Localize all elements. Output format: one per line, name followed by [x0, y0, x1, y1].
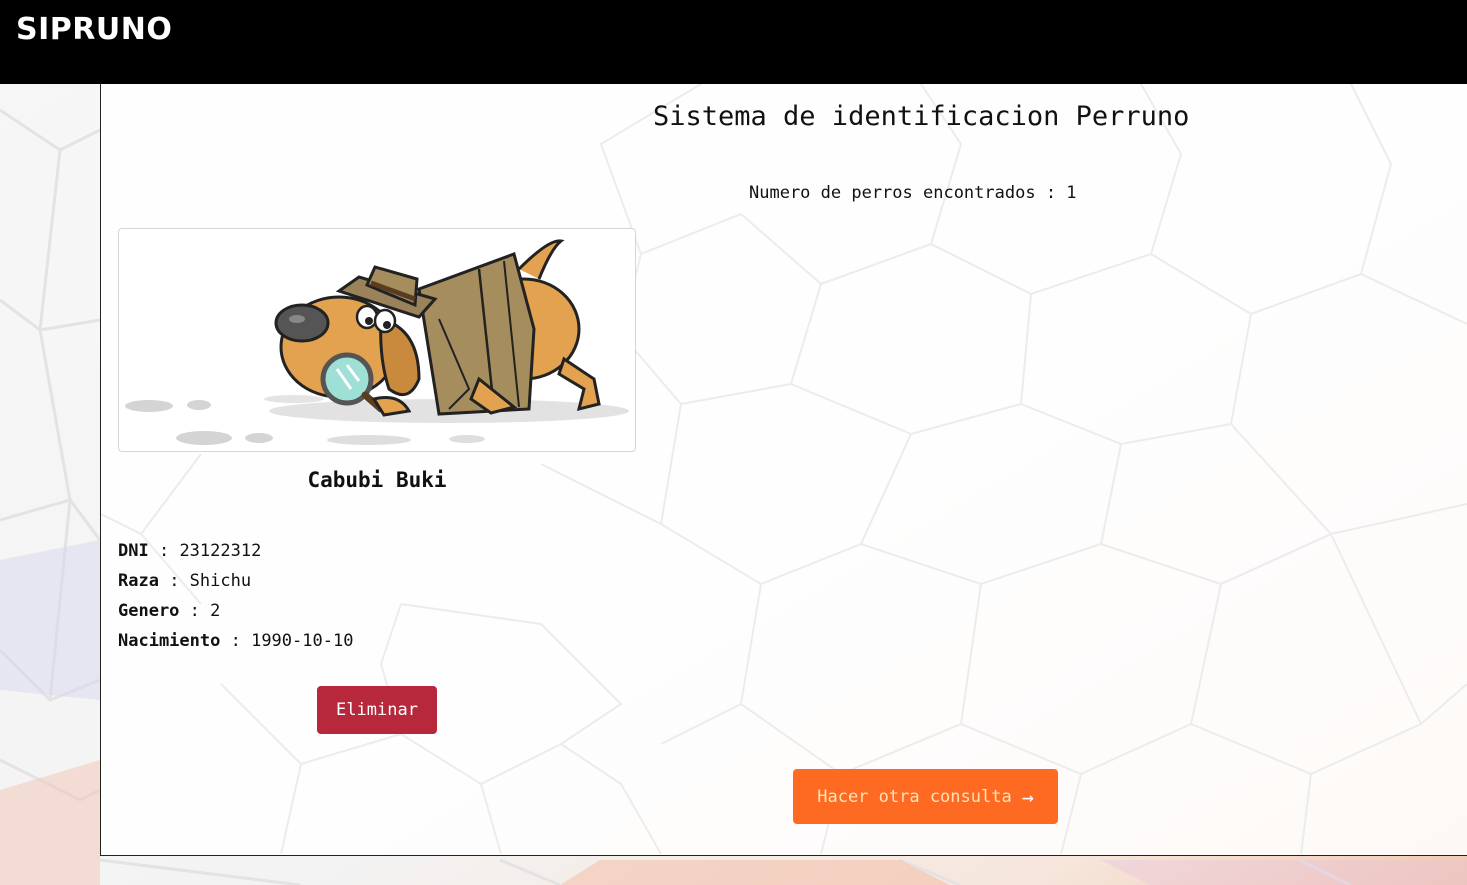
arrow-right-icon: →: [1021, 784, 1034, 809]
dog-image: [118, 228, 636, 452]
count-label: Numero de perros encontrados: [749, 183, 1036, 203]
main-panel: Sistema de identificacion Perruno Numero…: [100, 84, 1467, 856]
dog-card: Cabubi Buki DNI : 23122312 Raza : Shichu…: [118, 228, 636, 734]
page-title: Sistema de identificacion Perruno: [653, 101, 1190, 132]
new-query-button[interactable]: Hacer otra consulta →: [793, 769, 1058, 824]
detail-raza: Raza : Shichu: [118, 571, 252, 591]
detail-label: DNI: [118, 541, 149, 561]
detail-value: 2: [210, 601, 221, 621]
detail-label: Raza: [118, 571, 159, 591]
count-value: 1: [1066, 183, 1077, 203]
detail-value: Shichu: [189, 571, 252, 591]
new-query-label: Hacer otra consulta: [817, 786, 1012, 807]
detail-value: 1990-10-10: [251, 631, 354, 651]
detail-dni: DNI : 23122312: [118, 541, 262, 561]
brand-logo[interactable]: SIPRUNO: [16, 12, 172, 47]
dog-details: DNI : 23122312 Raza : Shichu Genero : 2 …: [118, 536, 636, 656]
dogs-found-count: Numero de perros encontrados : 1: [749, 183, 1077, 203]
detective-dog-illustration: [125, 239, 629, 445]
delete-button[interactable]: Eliminar: [317, 686, 437, 734]
top-navbar: SIPRUNO: [0, 0, 1467, 84]
detail-value: 23122312: [179, 541, 262, 561]
detail-genero: Genero : 2: [118, 601, 221, 621]
detail-label: Genero: [118, 601, 180, 621]
dog-name: Cabubi Buki: [307, 468, 447, 492]
detail-nacimiento: Nacimiento : 1990-10-10: [118, 631, 354, 651]
detail-label: Nacimiento: [118, 631, 221, 651]
